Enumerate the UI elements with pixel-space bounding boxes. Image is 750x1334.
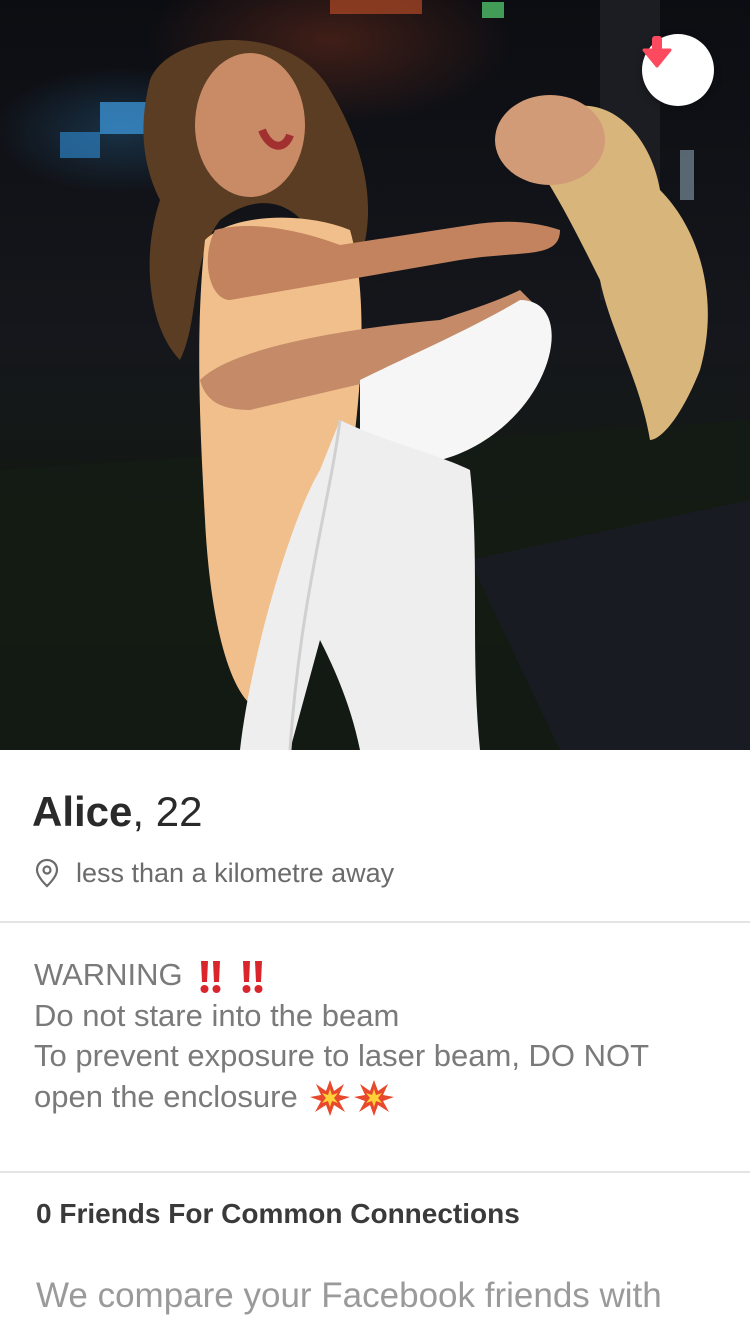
double-exclamation-icon [200, 960, 263, 993]
distance-text: less than a kilometre away [76, 857, 395, 888]
bio-line: open the enclosure [34, 1077, 724, 1119]
down-arrow-button[interactable] [642, 34, 714, 106]
age-separator: , [132, 788, 156, 835]
profile-name: Alice [32, 788, 133, 835]
profile-name-age: Alice, 22 [32, 788, 202, 836]
bio-line: Do not stare into the beam [34, 997, 400, 1033]
location-pin-icon [35, 858, 59, 888]
distance-row: less than a kilometre away [34, 855, 394, 891]
bio-line: To prevent exposure to laser beam, DO NO… [34, 1038, 650, 1073]
profile-photo[interactable] [0, 0, 750, 750]
divider [0, 1171, 750, 1173]
bio-text: WARNING Do not stare into the beam To pr… [34, 955, 724, 1118]
collision-icon [310, 1080, 395, 1117]
connections-description: We compare your Facebook friends with [36, 1276, 662, 1315]
bio-line-text: WARNING [34, 957, 183, 992]
arrow-down-icon [642, 36, 672, 68]
profile-age: 22 [155, 788, 203, 835]
connections-title: 0 Friends For Common Connections [36, 1198, 520, 1229]
photo-illustration [0, 0, 750, 750]
bio-line: WARNING [34, 955, 724, 996]
bio-line-text: open the enclosure [34, 1078, 298, 1114]
divider [0, 921, 750, 923]
